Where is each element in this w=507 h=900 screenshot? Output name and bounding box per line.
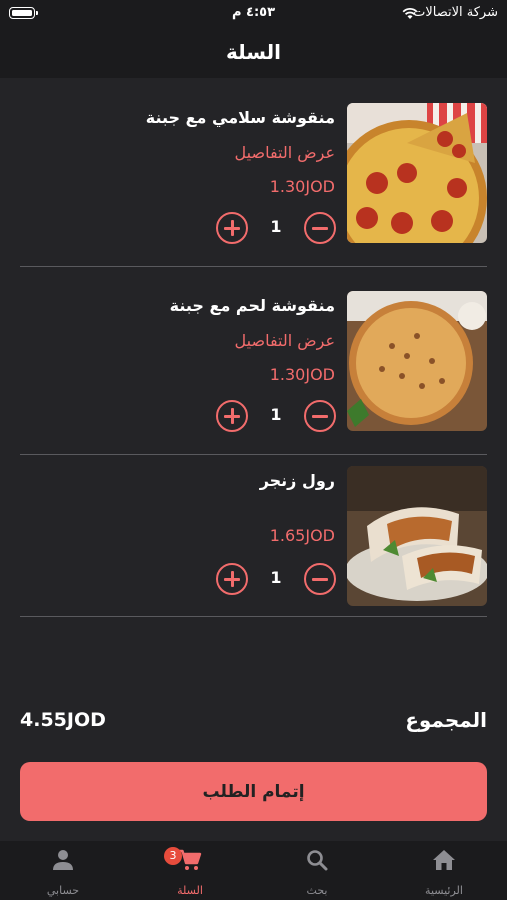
- cart-item: منقوشة سلامي مع جبنة عرض التفاصيل 1.30JO…: [20, 103, 487, 246]
- cart-item: رول زنجر 1.65JOD 1: [20, 466, 487, 606]
- view-details-link[interactable]: عرض التفاصيل: [235, 331, 335, 350]
- tab-label: بحث: [306, 884, 328, 897]
- cart-icon: [179, 849, 202, 870]
- cart-count-badge: 3: [164, 847, 182, 865]
- item-name: رول زنجر: [259, 471, 335, 490]
- page-title: السلة: [225, 40, 281, 64]
- quantity-stepper: 1: [216, 212, 336, 246]
- search-icon: [307, 850, 328, 871]
- navigation-bar: السلة: [0, 28, 507, 78]
- cart-item: منقوشة لحم مع جبنة عرض التفاصيل 1.30JOD …: [20, 291, 487, 434]
- increase-quantity-button[interactable]: [216, 563, 248, 595]
- tab-label: الرئيسية: [425, 884, 463, 897]
- quantity-value: 1: [270, 217, 282, 236]
- person-icon: [53, 850, 73, 870]
- tab-label: السلة: [177, 884, 203, 897]
- meat-cheese-pizza-image[interactable]: [347, 291, 487, 431]
- tab-cart[interactable]: السلة: [127, 841, 253, 900]
- increase-quantity-button[interactable]: [216, 212, 248, 244]
- item-price: 1.65JOD: [269, 526, 335, 545]
- quantity-value: 1: [270, 568, 282, 587]
- increase-quantity-button[interactable]: [216, 400, 248, 432]
- tab-search[interactable]: بحث: [254, 841, 380, 900]
- tab-account[interactable]: حسابي: [0, 841, 126, 900]
- item-name: منقوشة لحم مع جبنة: [169, 296, 335, 315]
- tab-home[interactable]: الرئيسية: [381, 841, 507, 900]
- quantity-value: 1: [270, 405, 282, 424]
- quantity-stepper: 1: [216, 400, 336, 434]
- item-price: 1.30JOD: [269, 177, 335, 196]
- divider: [20, 454, 487, 455]
- zinger-wrap-image[interactable]: [347, 466, 487, 606]
- decrease-quantity-button[interactable]: [304, 563, 336, 595]
- view-details-link[interactable]: عرض التفاصيل: [235, 143, 335, 162]
- decrease-quantity-button[interactable]: [304, 212, 336, 244]
- item-name: منقوشة سلامي مع جبنة: [145, 108, 335, 127]
- tab-label: حسابي: [46, 884, 80, 897]
- quantity-stepper: 1: [216, 563, 336, 597]
- total-label: المجموع: [405, 708, 487, 732]
- pepperoni-pizza-image[interactable]: [347, 103, 487, 243]
- decrease-quantity-button[interactable]: [304, 400, 336, 432]
- tab-bar: حسابي السلة بحث الرئيسية: [0, 841, 507, 900]
- divider: [20, 616, 487, 617]
- item-price: 1.30JOD: [269, 365, 335, 384]
- carrier-name: شركة الاتصالات: [413, 5, 498, 20]
- checkout-button[interactable]: إتمام الطلب: [20, 762, 487, 821]
- checkout-button-label: إتمام الطلب: [202, 781, 305, 802]
- home-icon: [433, 850, 455, 870]
- divider: [20, 266, 487, 267]
- status-bar: ٤:٥٣ م شركة الاتصالات: [0, 0, 507, 28]
- total-value: 4.55JOD: [20, 709, 106, 731]
